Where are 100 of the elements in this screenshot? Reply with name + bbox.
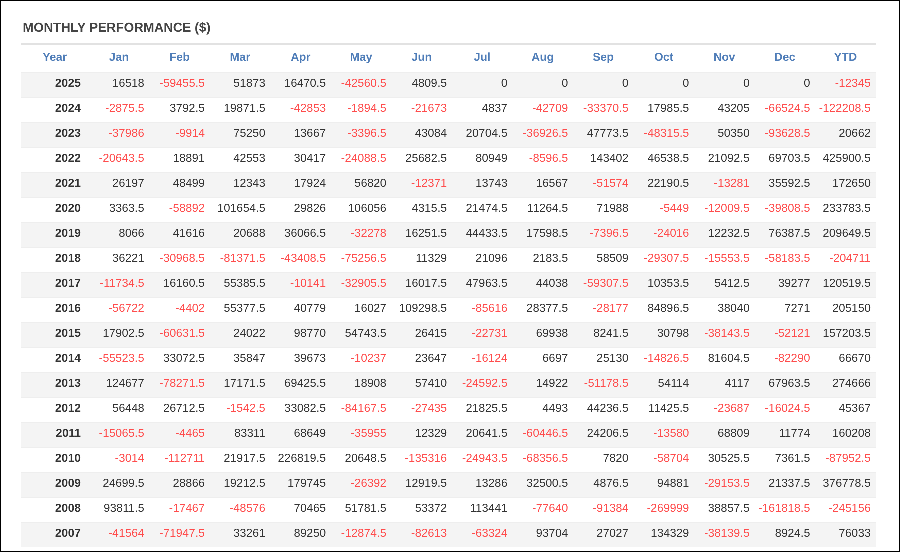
table-cell: 4117 <box>694 372 755 397</box>
table-cell: 8066 <box>89 222 150 247</box>
table-cell: 4876.5 <box>573 472 634 497</box>
table-cell: 18908 <box>331 372 392 397</box>
year-cell: 2019 <box>21 222 89 247</box>
table-cell: 55385.5 <box>210 272 271 297</box>
table-cell: -78271.5 <box>150 372 210 397</box>
table-cell: 24206.5 <box>573 422 634 447</box>
table-cell: 51873 <box>210 72 271 97</box>
table-cell: 16470.5 <box>270 72 332 97</box>
table-cell: 48499 <box>150 172 210 197</box>
table-cell: 0 <box>634 72 694 97</box>
table-cell: 26197 <box>89 172 150 197</box>
table-cell: -7396.5 <box>573 222 634 247</box>
table-cell: 17924 <box>270 172 332 197</box>
table-cell: 157203.5 <box>815 322 876 347</box>
table-cell: 33261 <box>210 522 271 547</box>
table-cell: 0 <box>754 72 816 97</box>
table-cell: 12343 <box>210 172 271 197</box>
table-cell: 376778.5 <box>815 472 876 497</box>
table-cell: -93628.5 <box>754 122 816 147</box>
table-cell: -32278 <box>331 222 392 247</box>
table-cell: 76033 <box>815 522 876 547</box>
table-cell: 12919.5 <box>392 472 452 497</box>
table-cell: -59307.5 <box>573 272 634 297</box>
table-cell: -24016 <box>634 222 694 247</box>
table-cell: 28866 <box>150 472 210 497</box>
table-cell: 20641.5 <box>452 422 513 447</box>
year-cell: 2017 <box>21 272 89 297</box>
table-cell: 274666 <box>815 372 876 397</box>
table-cell: -24592.5 <box>452 372 513 397</box>
table-cell: 179745 <box>270 472 332 497</box>
table-cell: -32905.5 <box>331 272 392 297</box>
table-cell: -12345 <box>815 72 876 97</box>
table-cell: -82613 <box>392 522 452 547</box>
table-cell: 75250 <box>210 122 271 147</box>
table-cell: 11774 <box>754 422 816 447</box>
table-cell: 44433.5 <box>452 222 513 247</box>
table-cell: 24699.5 <box>89 472 150 497</box>
table-cell: -48315.5 <box>634 122 694 147</box>
year-cell: 2021 <box>21 172 89 197</box>
table-cell: 16518 <box>89 72 150 97</box>
table-cell: -63324 <box>452 522 513 547</box>
table-cell: -60446.5 <box>512 422 574 447</box>
table-cell: -60631.5 <box>150 322 210 347</box>
table-cell: 8924.5 <box>754 522 816 547</box>
table-cell: 93704 <box>512 522 574 547</box>
table-cell: 22190.5 <box>634 172 694 197</box>
table-cell: 35592.5 <box>754 172 816 197</box>
table-cell: 69425.5 <box>270 372 332 397</box>
table-cell: 16251.5 <box>392 222 452 247</box>
table-cell: 47773.5 <box>573 122 634 147</box>
table-cell: 16567 <box>512 172 574 197</box>
table-cell: 32500.5 <box>512 472 574 497</box>
table-cell: -42560.5 <box>331 72 392 97</box>
table-cell: 20704.5 <box>452 122 513 147</box>
table-cell: -36926.5 <box>512 122 574 147</box>
table-cell: -59455.5 <box>150 72 210 97</box>
table-cell: 13743 <box>452 172 513 197</box>
table-cell: 54114 <box>634 372 694 397</box>
table-cell: 24022 <box>210 322 271 347</box>
table-cell: 27027 <box>573 522 634 547</box>
table-cell: 43084 <box>392 122 452 147</box>
table-cell: 134329 <box>634 522 694 547</box>
table-cell: 17598.5 <box>512 222 574 247</box>
table-cell: 68809 <box>694 422 755 447</box>
year-cell: 2013 <box>21 372 89 397</box>
table-cell: 41616 <box>150 222 210 247</box>
year-cell: 2023 <box>21 122 89 147</box>
table-cell: -51178.5 <box>573 372 634 397</box>
table-cell: -15065.5 <box>89 422 150 447</box>
table-cell: -51574 <box>573 172 634 197</box>
table-cell: -12371 <box>392 172 452 197</box>
table-cell: 44038 <box>512 272 574 297</box>
table-cell: 160208 <box>815 422 876 447</box>
table-cell: 16160.5 <box>150 272 210 297</box>
table-cell: 83311 <box>210 422 271 447</box>
table-cell: 0 <box>452 72 513 97</box>
table-cell: -13281 <box>694 172 755 197</box>
table-cell: 10353.5 <box>634 272 694 297</box>
table-cell: 13667 <box>270 122 332 147</box>
table-cell: 57410 <box>392 372 452 397</box>
table-cell: 14922 <box>512 372 574 397</box>
table-cell: -10141 <box>270 272 332 297</box>
table-cell: 50350 <box>694 122 755 147</box>
table-cell: 0 <box>573 72 634 97</box>
table-cell: -38139.5 <box>694 522 755 547</box>
table-cell: 124677 <box>89 372 150 397</box>
table-cell: 54743.5 <box>331 322 392 347</box>
table-cell: 30798 <box>634 322 694 347</box>
table-cell: -22731 <box>452 322 513 347</box>
table-cell: 89250 <box>270 522 332 547</box>
table-cell: 67963.5 <box>754 372 816 397</box>
table-cell: 0 <box>512 72 574 97</box>
table-cell: -3396.5 <box>331 122 392 147</box>
table-cell: -12874.5 <box>331 522 392 547</box>
year-cell: 2015 <box>21 322 89 347</box>
year-cell: 2009 <box>21 472 89 497</box>
table-cell: 12232.5 <box>694 222 755 247</box>
table-cell: 8241.5 <box>573 322 634 347</box>
